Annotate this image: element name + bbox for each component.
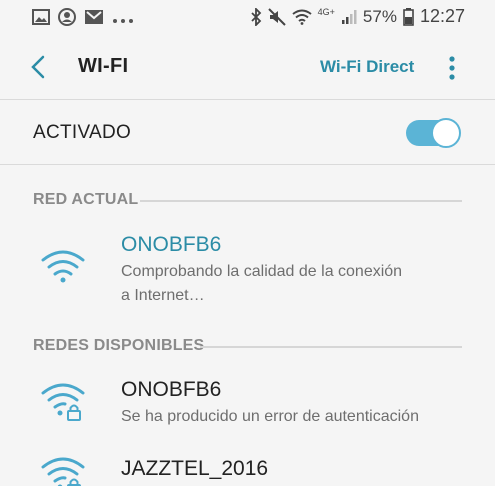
network-status-line2: a Internet… [121,287,205,304]
available-network-item[interactable]: ONOBFB6 Se ha producido un error de aute… [0,368,495,438]
network-name: JAZZTEL_2016 [121,457,269,480]
wifi-switch[interactable] [406,118,461,148]
more-vert-icon [449,56,455,80]
wifi-direct-button[interactable]: Wi-Fi Direct [320,57,414,77]
divider [0,164,495,165]
gmail-icon [84,9,104,30]
switch-thumb [431,118,461,148]
bluetooth-icon [250,7,262,26]
page-title: WI-FI [78,55,129,77]
signal-icon [341,9,357,25]
section-header-current: RED ACTUAL [33,191,139,208]
network-type-icon: 4G+ [317,7,335,17]
network-status: Se ha producido un error de autenticació… [121,408,419,425]
section-divider [140,200,462,202]
battery-percent: 57% [362,6,397,26]
mute-icon [267,7,286,26]
wifi-secured-icon [40,381,86,421]
notification-icons [32,8,134,31]
system-icons: 4G+ 57% 12:27 [250,6,465,27]
back-arrow-icon [31,55,45,79]
wifi-secured-icon [40,455,86,486]
network-status: Comprobando la calidad de la conexión a … [121,260,461,308]
back-button[interactable] [26,52,52,82]
current-network-item[interactable]: ONOBFB6 Comprobando la calidad de la con… [0,225,495,310]
more-dots-icon [112,11,134,29]
battery-icon [403,7,414,26]
available-network-item[interactable]: JAZZTEL_2016 [0,445,495,486]
section-divider [200,346,462,348]
wifi-toggle-row[interactable]: ACTIVADO [0,100,495,164]
network-name: ONOBFB6 [121,378,222,401]
status-bar: 4G+ 57% 12:27 [0,0,495,34]
image-icon [32,9,50,30]
account-icon [58,8,76,31]
network-name: ONOBFB6 [121,233,222,256]
wifi-signal-icon [40,247,86,285]
section-header-available: REDES DISPONIBLES [33,337,205,354]
toggle-label: ACTIVADO [33,122,132,143]
network-status-line1: Comprobando la calidad de la conexión [121,263,403,280]
app-bar: WI-FI Wi-Fi Direct [0,34,495,100]
clock: 12:27 [419,6,465,26]
wifi-icon [292,9,312,25]
more-options-button[interactable] [440,54,464,82]
